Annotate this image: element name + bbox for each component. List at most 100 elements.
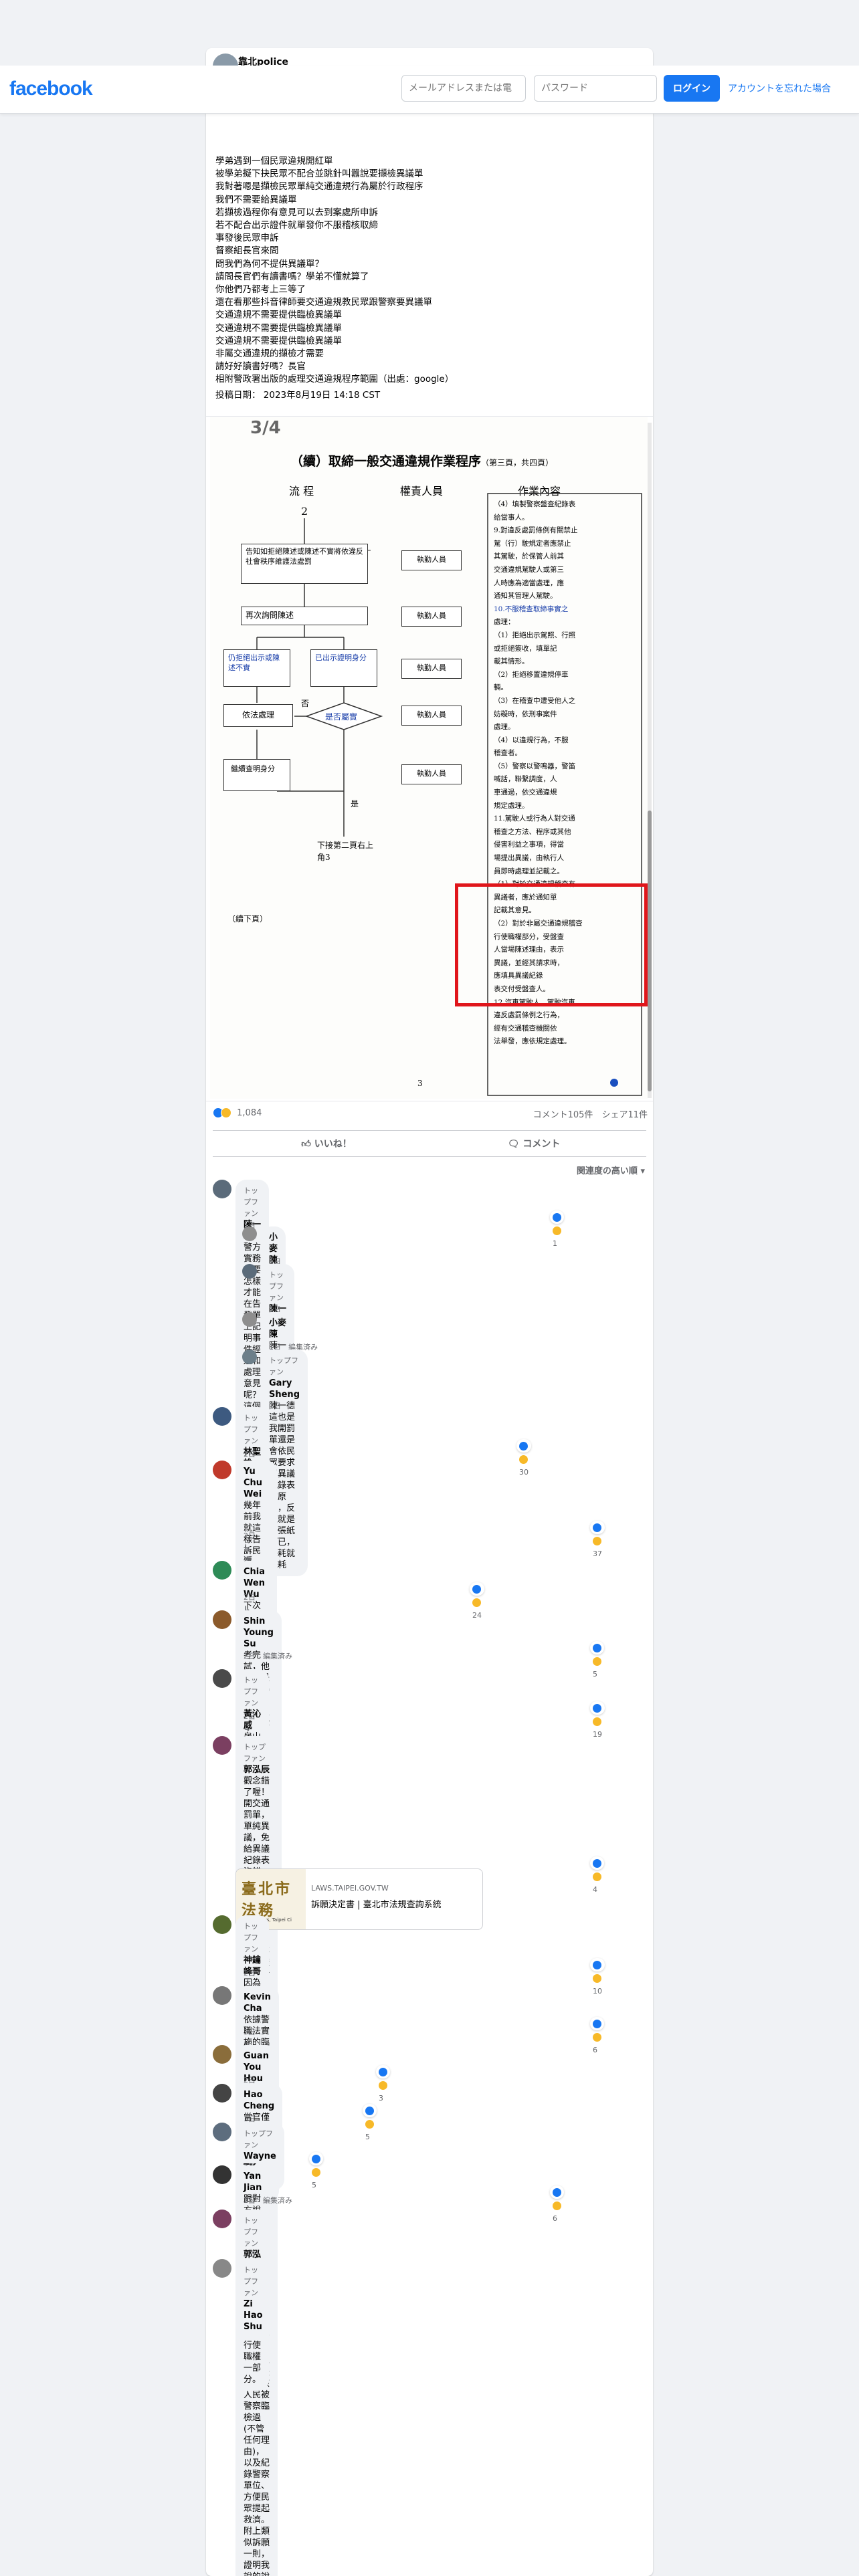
- post-image[interactable]: 3/4 （續）取締一般交通違規作業程序（第三頁，共四頁） 流 程 權責人員 作業…: [206, 416, 653, 1101]
- comment-time[interactable]: 1日: [244, 2248, 256, 2259]
- avatar[interactable]: [213, 2259, 231, 2278]
- avatar[interactable]: [213, 1407, 231, 1426]
- top-fan-badge: トップファン: [244, 2266, 258, 2297]
- flow-box-ask: 再次詢問陳述: [241, 607, 368, 625]
- top-bar: facebook ログイン アカウントを忘れた場合: [0, 66, 859, 114]
- flow-box-check-text: 繼續查明身分: [231, 764, 275, 773]
- haha-reaction-icon: [312, 2167, 320, 2177]
- facebook-logo[interactable]: facebook: [9, 78, 93, 100]
- flow-box-refuse-text: 仍拒絕出示或陳述不實: [228, 653, 280, 672]
- commenter-name[interactable]: Shin Young Su: [244, 1616, 274, 1650]
- highlight-box: [455, 883, 648, 1006]
- comment-time[interactable]: 2日: [244, 1711, 256, 1721]
- comment-sort-dropdown[interactable]: 関連度の高い順 ▾: [577, 1164, 645, 1176]
- comment-count[interactable]: コメント105件: [533, 1110, 593, 1120]
- avatar[interactable]: [213, 1986, 231, 2005]
- comment-bubble: トップファン Zi Hao Shu: [235, 2259, 271, 2338]
- commenter-name[interactable]: Yan Jian: [244, 2171, 262, 2193]
- content-line: 員即時處理並記載之。: [494, 867, 564, 875]
- comment-reactions[interactable]: 1: [550, 1210, 564, 1248]
- post-line: 我對著嗯是擷檢民眾單純交通違規行為屬於行政程序: [215, 181, 423, 193]
- avatar[interactable]: [213, 1669, 231, 1688]
- commenter-name[interactable]: Gary Sheng: [269, 1378, 300, 1400]
- avatar[interactable]: [213, 2084, 231, 2103]
- comment-time[interactable]: 2日: [244, 1530, 256, 1541]
- avatar[interactable]: [213, 2123, 231, 2141]
- haha-reaction-icon: [593, 1973, 601, 1983]
- post-line: 我們不需要給異議單: [215, 194, 297, 205]
- link-logo-title: 臺北市法務: [242, 1881, 292, 1919]
- comment-reactions[interactable]: 6: [550, 2185, 564, 2223]
- comment-reactions[interactable]: 19: [590, 1701, 605, 1739]
- comment-reactions[interactable]: 4: [590, 1856, 604, 1894]
- haha-reaction-icon: [553, 2201, 561, 2210]
- content-line: 輛。: [494, 683, 508, 692]
- link-preview-card[interactable]: 臺北市法務Legal Affairs, Taipei CiLAWS.TAIPEI…: [235, 1868, 483, 1930]
- comment-reactions[interactable]: 5: [363, 2104, 377, 2141]
- like-reaction-icon: [379, 2067, 387, 2076]
- reaction-count[interactable]: 1,084: [237, 1108, 262, 1118]
- comment-reaction-count: 5: [312, 2181, 316, 2189]
- avatar[interactable]: [242, 1226, 257, 1241]
- avatar[interactable]: [213, 1610, 231, 1629]
- avatar[interactable]: [213, 2045, 231, 2064]
- comment-reaction-count: 19: [593, 1730, 602, 1739]
- avatar[interactable]: [213, 1180, 231, 1198]
- commenter-name[interactable]: 郭泓辰: [244, 1764, 270, 1776]
- comment-time[interactable]: 2日: [244, 1967, 256, 1978]
- comment-time[interactable]: 2日: [244, 1448, 256, 1459]
- comment-reactions[interactable]: 30: [516, 1439, 531, 1477]
- commenter-name[interactable]: 小麥陳: [269, 1317, 286, 1340]
- avatar[interactable]: [213, 2165, 231, 2184]
- commenter-name[interactable]: Zi Hao Shu: [244, 2298, 263, 2333]
- avatar[interactable]: [213, 1561, 231, 1580]
- content-line: 稽查之方法、程序或其他: [494, 827, 571, 836]
- like-reaction-icon: [593, 1523, 601, 1532]
- top-fan-badge: トップファン: [244, 2129, 273, 2149]
- blue-dot: [610, 1079, 618, 1087]
- comment-reactions[interactable]: 6: [590, 2017, 604, 2054]
- avatar[interactable]: [242, 1350, 257, 1364]
- post-text: 學弟遇到一個民眾違規開紅單 被學弟擬下抉民眾不配合並跳針叫囂說要擷檢異議單 我對…: [215, 155, 644, 402]
- comment-reactions[interactable]: 3: [376, 2065, 390, 2103]
- forgot-account-link[interactable]: アカウントを忘れた場合: [728, 82, 831, 95]
- email-input[interactable]: [401, 75, 526, 102]
- post-line: 督察組長官來問: [215, 245, 279, 257]
- login-button[interactable]: ログイン: [664, 75, 720, 102]
- avatar[interactable]: [213, 2210, 231, 2228]
- scrollbar-thumb[interactable]: [648, 811, 652, 1091]
- comment-time[interactable]: 2日 編集済み: [244, 2195, 292, 2206]
- avatar[interactable]: [213, 1461, 231, 1479]
- comment-reaction-count: 6: [553, 2214, 557, 2223]
- post-line: 請好好讀書好嗎？長官: [215, 361, 306, 372]
- content-line: 場提出異議，由執行人: [494, 854, 564, 863]
- commenter-name[interactable]: Kevin Cha: [244, 1992, 271, 2014]
- avatar[interactable]: [242, 1312, 257, 1327]
- image-scrollbar[interactable]: [648, 423, 652, 1098]
- comment-time[interactable]: 2日: [244, 1592, 256, 1602]
- top-fan-badge: トップファン: [269, 1356, 298, 1376]
- post-timestamp: 投稿日期： 2023年8月19日 14:18 CST: [215, 389, 381, 401]
- content-line: 11.駕駛人或行為人對交通: [494, 815, 575, 823]
- avatar[interactable]: [213, 1736, 231, 1755]
- avatar[interactable]: [242, 1264, 257, 1279]
- comment-time[interactable]: 2日: [244, 2026, 256, 2037]
- comment-reactions[interactable]: 24: [470, 1582, 484, 1620]
- commenter-name[interactable]: Hao Cheng: [244, 2089, 274, 2112]
- password-input[interactable]: [534, 75, 657, 102]
- avatar[interactable]: [213, 1915, 231, 1934]
- share-count[interactable]: シェア11件: [601, 1110, 648, 1120]
- comment-reactions[interactable]: 5: [590, 1641, 604, 1679]
- content-line: 處理。: [494, 723, 515, 732]
- comment-button[interactable]: 🗨︎ コメント: [434, 1135, 634, 1154]
- like-button[interactable]: 👍︎ いいね！: [226, 1135, 427, 1154]
- comment-time[interactable]: 2日 編集済み: [244, 1650, 292, 1661]
- commenter-name[interactable]: Yu Chu Wei: [244, 1466, 269, 1500]
- comment-reactions[interactable]: 37: [590, 1521, 605, 1558]
- content-line: 處理：: [494, 618, 515, 627]
- comment-time[interactable]: 1日: [269, 1400, 281, 1411]
- comment-reactions[interactable]: 5: [309, 2152, 323, 2189]
- post-line: 被學弟擬下抉民眾不配合並跳針叫囂說要擷檢異議單: [215, 169, 423, 180]
- comment-reactions[interactable]: 10: [590, 1958, 605, 1996]
- flow-box-check: 繼續查明身分: [223, 759, 290, 791]
